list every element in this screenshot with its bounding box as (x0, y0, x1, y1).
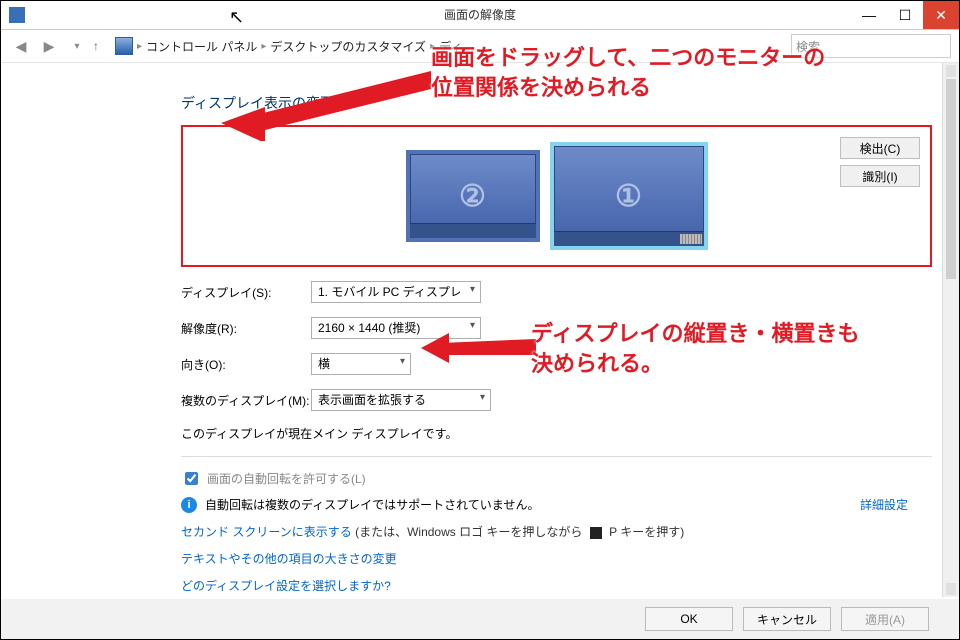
text-size-link[interactable]: テキストやその他の項目の大きさの変更 (181, 550, 932, 567)
minimize-button[interactable]: — (851, 1, 887, 29)
orientation-select[interactable]: 横 (311, 353, 411, 375)
breadcrumb[interactable]: ▸ コントロール パネル ▸ デスクトップのカスタマイズ ▸ ディ… (137, 38, 474, 55)
orientation-label: 向き(O): (181, 356, 311, 373)
cancel-button[interactable]: キャンセル (743, 607, 831, 631)
ok-button[interactable]: OK (645, 607, 733, 631)
crumb-control-panel[interactable]: コントロール パネル (146, 38, 257, 55)
keyboard-icon (680, 234, 702, 244)
back-button[interactable]: ◀ (9, 34, 33, 58)
app-icon (9, 7, 25, 23)
autorotate-checkbox[interactable]: 画面の自動回転を許可する(L) (181, 469, 932, 488)
annotation-arrow-right (421, 333, 536, 363)
maximize-button[interactable]: ☐ (887, 1, 923, 29)
monitor-arrangement-area[interactable]: ② ① 検出(C) 識別(I) (181, 125, 932, 267)
crumb-customize[interactable]: デスクトップのカスタマイズ (270, 38, 426, 55)
monitor-2[interactable]: ② (406, 150, 540, 242)
pc-icon (115, 37, 133, 55)
display-select[interactable]: 1. モバイル PC ディスプレイ (311, 281, 481, 303)
scrollbar[interactable] (942, 63, 959, 597)
close-button[interactable]: ✕ (923, 1, 959, 29)
autorotate-info: 自動回転は複数のディスプレイではサポートされていません。 (205, 496, 539, 513)
search-placeholder: 検索 (796, 38, 820, 55)
detect-button[interactable]: 検出(C) (840, 137, 920, 159)
advanced-settings-link[interactable]: 詳細設定 (860, 496, 908, 513)
info-icon: i (181, 497, 197, 513)
up-button[interactable]: ↑ (93, 39, 111, 53)
second-screen-link[interactable]: セカンド スクリーンに表示する (または、Windows ロゴ キーを押しながら… (181, 523, 932, 540)
monitor-1[interactable]: ① (550, 142, 708, 250)
autorotate-input[interactable] (185, 472, 198, 485)
apply-button[interactable]: 適用(A) (841, 607, 929, 631)
windows-key-icon (590, 527, 602, 539)
which-setting-link[interactable]: どのディスプレイ設定を選択しますか? (181, 577, 932, 594)
history-dropdown[interactable]: ▾ (65, 34, 89, 58)
search-input[interactable]: 検索 (791, 34, 951, 58)
forward-button[interactable]: ▶ (37, 34, 61, 58)
multi-display-label: 複数のディスプレイ(M): (181, 392, 311, 409)
main-display-note: このディスプレイが現在メイン ディスプレイです。 (181, 425, 932, 442)
title-bar: 画面の解像度 — ☐ ✕ (1, 1, 959, 30)
display-label: ディスプレイ(S): (181, 284, 311, 301)
resolution-label: 解像度(R): (181, 320, 311, 337)
identify-button[interactable]: 識別(I) (840, 165, 920, 187)
cursor-icon: ↖ (229, 7, 244, 28)
dialog-footer: OK キャンセル 適用(A) (1, 599, 959, 639)
crumb-current[interactable]: ディ… (439, 38, 474, 55)
window-controls: — ☐ ✕ (851, 1, 959, 29)
window-title: 画面の解像度 (1, 1, 959, 29)
nav-bar: ◀ ▶ ▾ ↑ ▸ コントロール パネル ▸ デスクトップのカスタマイズ ▸ デ… (1, 30, 959, 63)
annotation-arrow-top (221, 71, 441, 141)
multi-display-select[interactable]: 表示画面を拡張する (311, 389, 491, 411)
